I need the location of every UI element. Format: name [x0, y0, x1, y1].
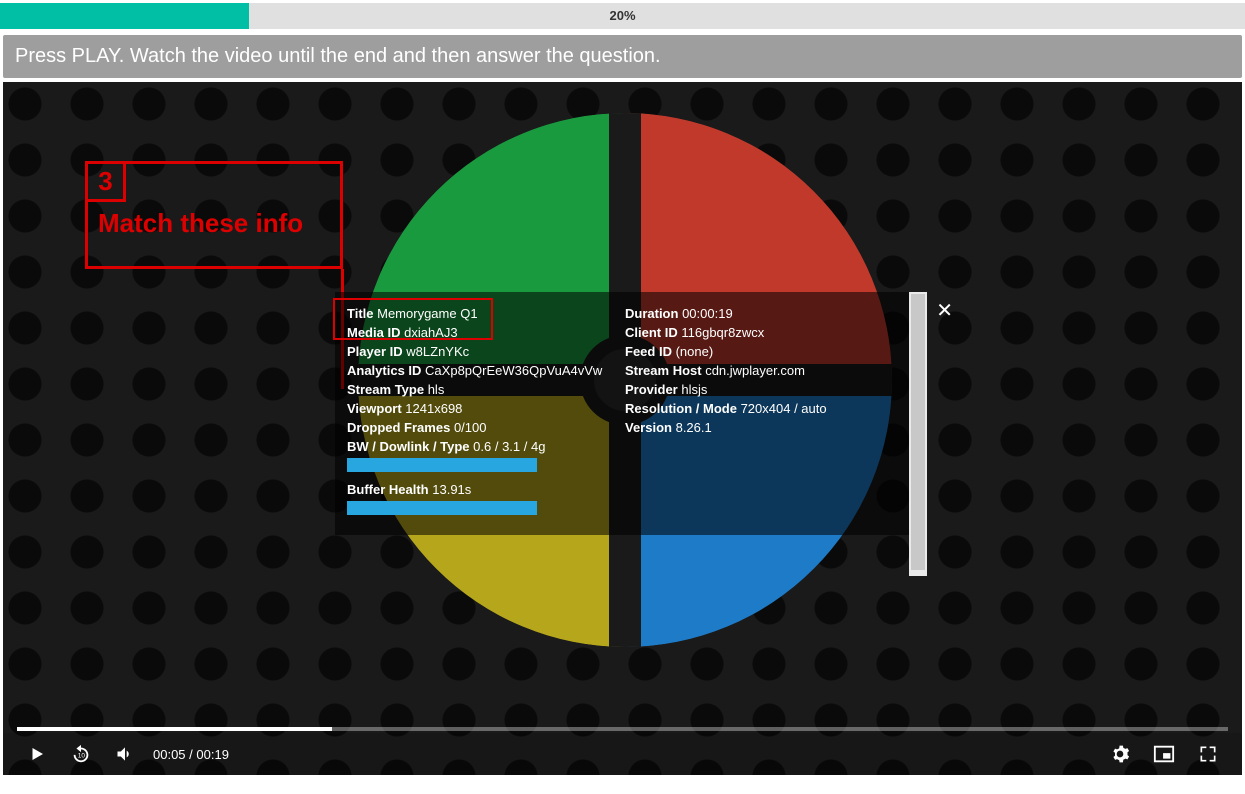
fullscreen-button[interactable] — [1194, 740, 1222, 768]
debug-row: Feed ID (none) — [625, 344, 909, 359]
buffer-bar — [347, 501, 537, 515]
annotation-number: 3 — [88, 164, 126, 202]
annotation-callout: 3 Match these info — [85, 161, 343, 269]
progress-label: 20% — [0, 3, 1245, 29]
player-controls: 10 00:05 / 00:19 — [3, 733, 1242, 775]
bandwidth-bar — [347, 458, 537, 472]
close-icon[interactable]: ✕ — [930, 296, 959, 325]
svg-text:10: 10 — [78, 753, 86, 760]
rewind-button[interactable]: 10 — [67, 740, 95, 768]
debug-row: Stream Host cdn.jwplayer.com — [625, 363, 909, 378]
debug-row: Buffer Health 13.91s — [347, 482, 625, 497]
progress-bar: 20% — [0, 3, 1245, 29]
debug-row: Dropped Frames 0/100 — [347, 420, 625, 435]
debug-row: BW / Dowlink / Type 0.6 / 3.1 / 4g — [347, 439, 625, 454]
annotation-highlight — [333, 298, 493, 340]
debug-row: Stream Type hls — [347, 382, 625, 397]
debug-row: Viewport 1241x698 — [347, 401, 625, 416]
debug-row: Provider hlsjs — [625, 382, 909, 397]
play-button[interactable] — [23, 740, 51, 768]
debug-row: Player ID w8LZnYKc — [347, 344, 625, 359]
volume-button[interactable] — [111, 740, 139, 768]
video-player[interactable]: 3 Match these info ✕ Title Memorygame Q1… — [3, 82, 1242, 775]
pip-button[interactable] — [1150, 740, 1178, 768]
debug-scrollbar[interactable] — [909, 292, 927, 576]
debug-row: Client ID 116gbqr8zwcx — [625, 325, 909, 340]
seek-fill — [17, 727, 332, 731]
annotation-text: Match these info — [98, 208, 303, 239]
settings-button[interactable] — [1106, 740, 1134, 768]
debug-col-right: Duration 00:00:19 Client ID 116gbqr8zwcx… — [625, 302, 909, 525]
debug-row: Analytics ID CaXp8pQrEeW36QpVuA4vVw — [347, 363, 625, 378]
seek-bar[interactable] — [17, 727, 1228, 731]
instruction-banner: Press PLAY. Watch the video until the en… — [3, 35, 1242, 78]
time-display: 00:05 / 00:19 — [153, 747, 229, 762]
debug-row: Resolution / Mode 720x404 / auto — [625, 401, 909, 416]
debug-row: Duration 00:00:19 — [625, 306, 909, 321]
debug-row: Version 8.26.1 — [625, 420, 909, 435]
